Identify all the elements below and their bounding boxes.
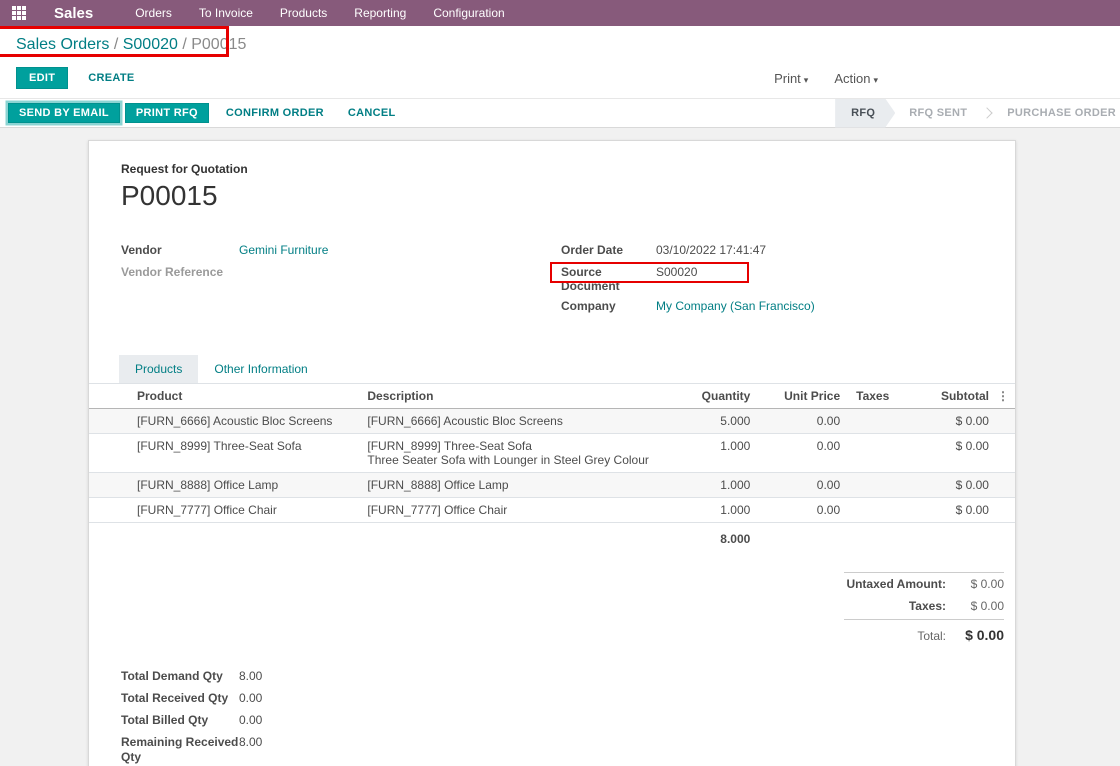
breadcrumb-separator: /	[182, 36, 191, 53]
company-value[interactable]: My Company (San Francisco)	[656, 299, 815, 315]
table-header-row: Product Description Quantity Unit Price …	[89, 384, 1015, 409]
content-area: Request for Quotation P00015 Vendor Gemi…	[0, 140, 1120, 766]
total-received-qty-value: 0.00	[239, 691, 262, 706]
status-step-rfq[interactable]: RFQ	[835, 99, 895, 128]
send-by-email-button[interactable]: SEND BY EMAIL	[8, 103, 120, 123]
breadcrumb-separator: /	[114, 36, 123, 53]
menu-products[interactable]: Products	[280, 6, 327, 20]
vendor-value[interactable]: Gemini Furniture	[239, 243, 328, 259]
menu-to-invoice[interactable]: To Invoice	[199, 6, 253, 20]
menu-configuration[interactable]: Configuration	[433, 6, 504, 20]
remaining-received-qty-value: 8.00	[239, 735, 262, 765]
document-name: P00015	[121, 180, 991, 212]
notebook-tabs: Products Other Information	[89, 355, 1015, 384]
form-sheet: Request for Quotation P00015 Vendor Gemi…	[88, 140, 1016, 766]
nav-menus: Orders To Invoice Products Reporting Con…	[135, 6, 505, 20]
caret-down-icon: ▾	[873, 75, 878, 85]
order-lines-table: Product Description Quantity Unit Price …	[89, 384, 1015, 555]
cancel-button[interactable]: CANCEL	[336, 104, 408, 122]
table-row[interactable]: [FURN_8999] Three-Seat Sofa [FURN_8999] …	[89, 434, 1015, 473]
chevron-right-icon	[982, 107, 993, 118]
vendor-label: Vendor	[121, 243, 239, 259]
untaxed-amount-label: Untaxed Amount:	[846, 577, 946, 591]
source-document-label: Source Document	[561, 265, 656, 293]
optional-columns-icon[interactable]: ⋮	[997, 384, 1015, 409]
document-type-label: Request for Quotation	[121, 162, 991, 176]
breadcrumb-sales-orders[interactable]: Sales Orders	[16, 36, 109, 53]
untaxed-amount-value: $ 0.00	[946, 577, 1004, 591]
print-rfq-button[interactable]: PRINT RFQ	[125, 103, 209, 123]
menu-reporting[interactable]: Reporting	[354, 6, 406, 20]
totals-block: Untaxed Amount: $ 0.00 Taxes: $ 0.00 Tot…	[844, 572, 1004, 647]
table-row[interactable]: [FURN_6666] Acoustic Bloc Screens [FURN_…	[89, 409, 1015, 434]
order-date-value: 03/10/2022 17:41:47	[656, 243, 766, 259]
confirm-order-button[interactable]: CONFIRM ORDER	[214, 104, 336, 122]
col-taxes[interactable]: Taxes	[848, 384, 906, 409]
edit-button[interactable]: EDIT	[16, 67, 68, 89]
taxes-value: $ 0.00	[946, 599, 1004, 613]
status-bar: SEND BY EMAIL PRINT RFQ CONFIRM ORDER CA…	[0, 98, 1120, 128]
taxes-label: Taxes:	[909, 599, 946, 613]
company-label: Company	[561, 299, 656, 315]
total-received-qty-label: Total Received Qty	[121, 691, 239, 706]
total-billed-qty-label: Total Billed Qty	[121, 713, 239, 728]
vendor-reference-label: Vendor Reference	[121, 265, 239, 281]
table-row[interactable]: [FURN_8888] Office Lamp [FURN_8888] Offi…	[89, 473, 1015, 498]
table-total-row: 8.000	[89, 523, 1015, 556]
total-label: Total:	[917, 629, 946, 643]
source-document-value: S00020	[656, 265, 697, 293]
col-product[interactable]: Product	[89, 384, 359, 409]
breadcrumb: Sales Orders / S00020 / P00015	[16, 36, 1104, 54]
tab-products[interactable]: Products	[119, 355, 198, 383]
action-dropdown[interactable]: Action▾	[834, 71, 878, 86]
table-row[interactable]: [FURN_7777] Office Chair [FURN_7777] Off…	[89, 498, 1015, 523]
status-step-purchase-order[interactable]: PURCHASE ORDER	[993, 99, 1120, 128]
tab-other-information[interactable]: Other Information	[198, 355, 323, 383]
order-date-label: Order Date	[561, 243, 656, 259]
field-groups: Vendor Gemini Furniture Vendor Reference…	[121, 243, 991, 321]
total-demand-qty-label: Total Demand Qty	[121, 669, 239, 684]
breadcrumb-current: P00015	[191, 36, 246, 53]
status-pipeline: RFQ RFQ SENT PURCHASE ORDER	[835, 99, 1120, 128]
status-step-rfq-sent[interactable]: RFQ SENT	[895, 99, 981, 128]
app-title[interactable]: Sales	[54, 5, 93, 22]
top-navbar: Sales Orders To Invoice Products Reporti…	[0, 0, 1120, 26]
create-button[interactable]: CREATE	[76, 68, 146, 88]
apps-grid-icon[interactable]	[12, 6, 26, 20]
total-quantity: 8.000	[658, 523, 758, 556]
total-billed-qty-value: 0.00	[239, 713, 262, 728]
caret-down-icon: ▾	[804, 75, 809, 85]
control-panel: Sales Orders / S00020 / P00015 EDIT CREA…	[0, 26, 1120, 98]
col-quantity[interactable]: Quantity	[658, 384, 758, 409]
breadcrumb-s00020[interactable]: S00020	[123, 36, 178, 53]
col-unit-price[interactable]: Unit Price	[758, 384, 848, 409]
remaining-received-qty-label: Remaining Received Qty	[121, 735, 239, 765]
col-subtotal[interactable]: Subtotal	[906, 384, 997, 409]
total-demand-qty-value: 8.00	[239, 669, 262, 684]
summary-fields: Total Demand Qty 8.00 Total Received Qty…	[89, 669, 1015, 766]
total-value: $ 0.00	[946, 627, 1004, 643]
col-description[interactable]: Description	[359, 384, 658, 409]
print-dropdown[interactable]: Print▾	[774, 71, 808, 86]
menu-orders[interactable]: Orders	[135, 6, 172, 20]
